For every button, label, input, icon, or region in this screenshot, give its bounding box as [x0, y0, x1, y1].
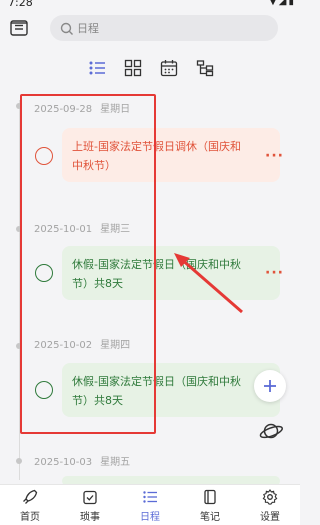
nav-notes[interactable]: 笔记 — [185, 489, 235, 523]
nav-home-label: 首页 — [20, 512, 40, 523]
nav-schedule-label: 日程 — [140, 512, 160, 523]
planet-icon[interactable] — [258, 418, 284, 444]
nav-schedule[interactable]: 日程 — [125, 489, 175, 523]
view-switch — [84, 55, 216, 81]
annotation-highlight-box — [20, 94, 156, 434]
annotation-arrow — [174, 253, 243, 314]
date-text: 2025-10-03 — [34, 457, 93, 468]
nav-home[interactable]: 首页 — [5, 489, 55, 523]
status-time: 7:28 — [8, 0, 33, 9]
grid-view-icon[interactable] — [120, 55, 146, 81]
search-input[interactable]: 日程 — [50, 15, 278, 41]
search-icon — [60, 21, 74, 35]
list-icon — [143, 491, 157, 503]
notebook-icon — [204, 489, 216, 505]
nav-settings-label: 设置 — [260, 512, 280, 523]
date-header: 2025-10-03 星期五 — [34, 453, 130, 468]
status-bar: 7:28 ▼◢▮ — [0, 0, 300, 10]
calendar-view-icon[interactable] — [156, 55, 182, 81]
clipboard-check-icon — [83, 490, 97, 505]
nav-notes-label: 笔记 — [200, 512, 220, 523]
plus-icon — [264, 380, 276, 392]
bottom-nav: 首页 琐事 日程 笔记 设置 — [0, 484, 300, 525]
nav-settings[interactable]: 设置 — [245, 489, 295, 523]
list-view-icon[interactable] — [84, 55, 110, 81]
nav-tasks-label: 琐事 — [80, 512, 100, 523]
more-options-icon[interactable]: ··· — [265, 265, 284, 281]
timeline-dot — [16, 458, 22, 464]
nav-tasks[interactable]: 琐事 — [65, 489, 115, 523]
gear-icon — [262, 489, 278, 505]
search-placeholder: 日程 — [77, 22, 99, 35]
add-button[interactable] — [254, 370, 286, 402]
rocket-icon — [23, 489, 38, 504]
more-options-icon[interactable]: ··· — [265, 148, 284, 164]
menu-icon[interactable] — [10, 20, 28, 36]
status-icons: ▼◢▮ — [269, 0, 296, 7]
tree-view-icon[interactable] — [192, 55, 218, 81]
header: 日程 — [0, 10, 300, 46]
weekday-text: 星期五 — [100, 457, 131, 468]
